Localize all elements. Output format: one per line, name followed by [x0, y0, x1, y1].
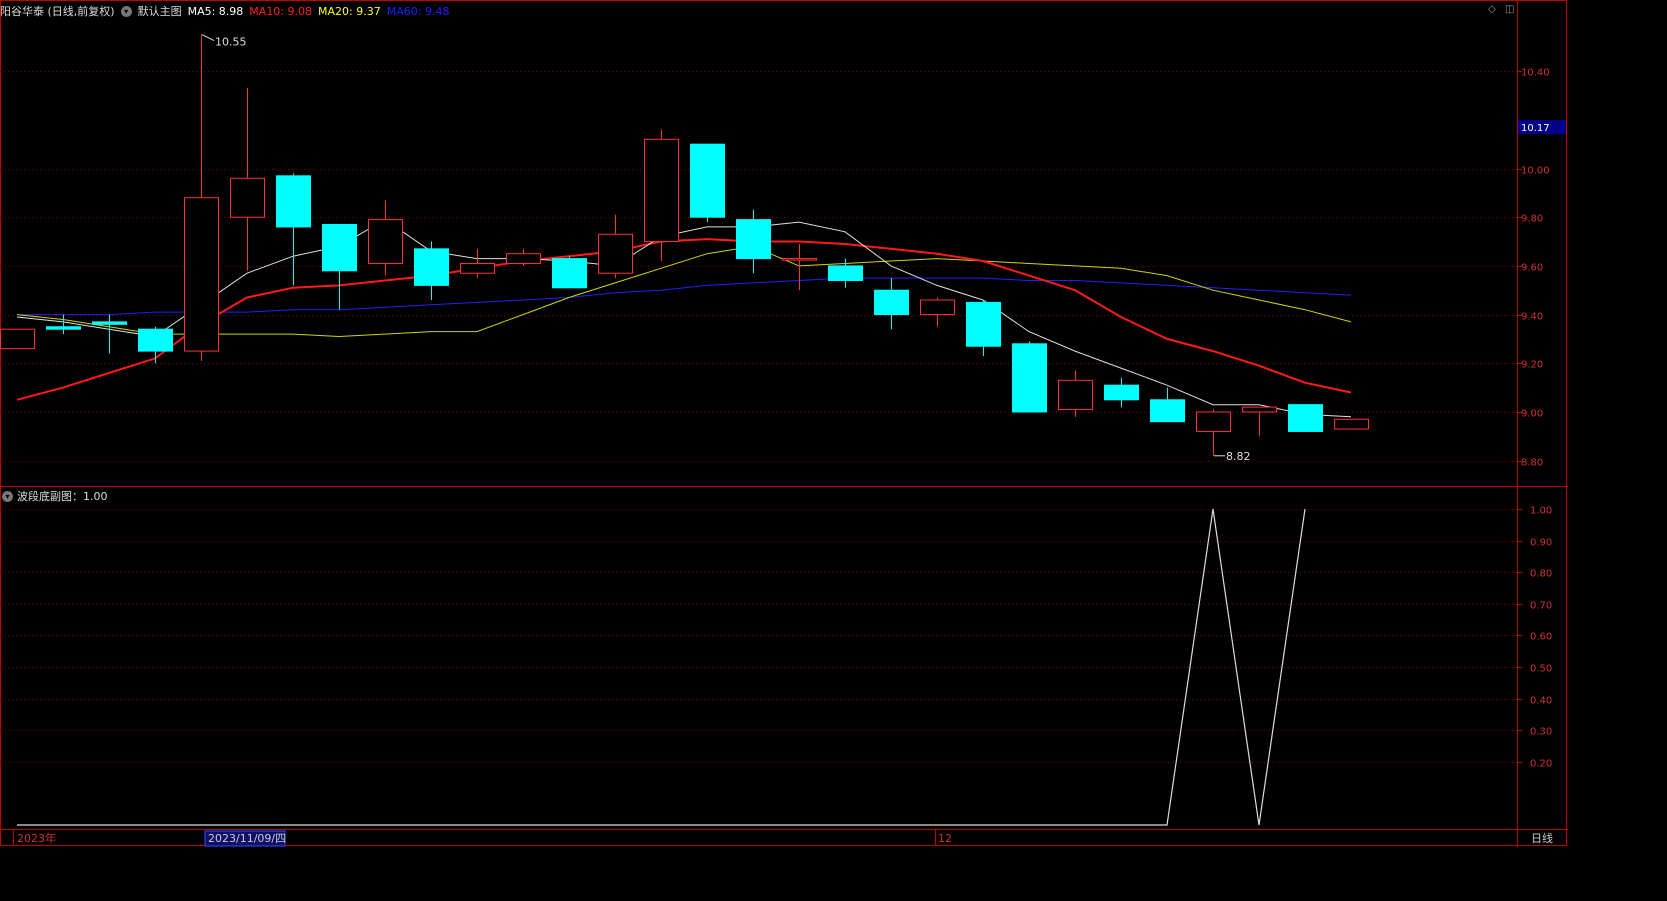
period-label: 日线 [1531, 831, 1553, 845]
candle [322, 224, 357, 310]
candle-body-down [828, 265, 863, 281]
sub-tick-label: 0.30 [1530, 727, 1552, 738]
price-tick-label: 10.40 [1521, 68, 1550, 79]
layout-toggle-icon[interactable]: ◫ [1505, 5, 1515, 15]
chart-header: 阳谷华泰 (日线,前复权) ▾ 默认主图 MA5: 8.98 MA10: 9.0… [0, 3, 455, 19]
subchart-header: ▾ 波段底副图：1.00 [2, 488, 108, 504]
candle-body-down [414, 248, 449, 286]
sub-tick-label: 0.70 [1530, 601, 1552, 612]
price-tick-label: 9.40 [1521, 312, 1543, 323]
candle-body-up [184, 197, 219, 352]
ma10-label: MA10: 9.08 [249, 4, 313, 18]
candle-body-down [690, 143, 725, 218]
stock-title[interactable]: 阳谷华泰 (日线,前复权) [0, 3, 115, 19]
stock-chart-canvas[interactable]: 10.40 10.00 9.80 9.60 9.40 9.20 9.00 8.80 10.17 1… [0, 0, 1568, 847]
candle [690, 143, 725, 223]
candle [966, 299, 1001, 356]
ma60-label: MA60: 9.48 [386, 4, 450, 18]
dropdown-chevron-icon[interactable]: ▾ [2, 490, 13, 502]
price-tick-label: 9.60 [1521, 263, 1543, 274]
month-label: 12 [938, 832, 952, 845]
candle-body-down [1288, 404, 1323, 432]
candle-body-up [0, 328, 35, 350]
candle-body-down [966, 301, 1001, 347]
candle [644, 129, 679, 262]
candle [874, 278, 909, 330]
candle [460, 248, 495, 279]
candle-body-up [1058, 379, 1093, 411]
low-annotation-label: 8.82 [1226, 450, 1251, 463]
sub-tick-label: 0.50 [1530, 664, 1552, 675]
sub-tick-label: 0.20 [1530, 759, 1552, 770]
candle [368, 200, 403, 276]
main-chart-label[interactable]: 默认主图 [138, 3, 182, 19]
candle [0, 328, 35, 350]
candle-body-down [874, 289, 909, 316]
candle-body-down [1150, 399, 1185, 423]
sub-tick-label: 0.60 [1530, 632, 1552, 643]
candle [552, 256, 587, 289]
sub-tick-label: 0.90 [1530, 538, 1552, 549]
candle [1058, 370, 1093, 417]
candle-body-up [782, 258, 817, 261]
sub-tick-label: 0.80 [1530, 569, 1552, 580]
candle-body-up [230, 177, 265, 218]
candle-body-up [1334, 418, 1369, 430]
candle [598, 214, 633, 279]
current-price-label: 10.17 [1521, 123, 1550, 134]
candle-body-down [322, 224, 357, 272]
cursor-date-label: 2023/11/09/四 [208, 832, 286, 845]
candle-body-down [92, 321, 127, 325]
candle-body-down [1012, 343, 1047, 413]
subchart-label[interactable]: 波段底副图：1.00 [17, 488, 108, 504]
price-tick-label: 9.00 [1521, 409, 1543, 420]
candle [1150, 387, 1185, 423]
candle [920, 297, 955, 327]
diamond-icon[interactable]: ◇ [1488, 5, 1498, 15]
candle-body-down [736, 219, 771, 260]
candle-body-down [46, 326, 81, 330]
candle [736, 209, 771, 274]
candle [1334, 418, 1369, 430]
price-tick-label: 8.80 [1521, 458, 1543, 469]
candle-body-up [368, 219, 403, 264]
candle [1242, 406, 1277, 437]
candle [414, 241, 449, 300]
candle-body-down [1104, 384, 1139, 401]
candle-body-up [460, 262, 495, 274]
candle-body-up [920, 299, 955, 316]
candle-body-down [276, 175, 311, 228]
candle [1288, 404, 1323, 432]
candle-body-down [552, 258, 587, 289]
candle-body-up [506, 253, 541, 264]
dropdown-chevron-icon[interactable]: ▾ [120, 5, 132, 17]
candle [138, 326, 173, 364]
candle-body-down [138, 328, 173, 352]
high-annotation-label: 10.55 [215, 36, 247, 49]
candle [506, 248, 541, 266]
outer-frame [0, 0, 1567, 846]
candle [276, 173, 311, 286]
candle [1104, 377, 1139, 408]
candle [782, 243, 817, 291]
year-label: 2023年 [17, 831, 56, 845]
price-tick-label: 10.00 [1521, 166, 1550, 177]
candle [1012, 341, 1047, 413]
candle [184, 34, 219, 361]
sub-tick-label: 0.40 [1530, 696, 1552, 707]
candle [92, 314, 127, 354]
price-tick-label: 9.20 [1521, 360, 1543, 371]
price-tick-label: 9.80 [1521, 214, 1543, 225]
candle-body-up [644, 138, 679, 243]
ma20-label: MA20: 9.37 [318, 4, 381, 18]
candle-body-up [1242, 406, 1277, 413]
candle-body-up [1196, 411, 1231, 432]
candle [230, 88, 265, 271]
candle-body-up [598, 233, 633, 274]
ma5-label: MA5: 8.98 [187, 4, 244, 18]
sub-tick-label: 1.00 [1530, 506, 1552, 517]
high-annotation-pointer [201, 34, 215, 42]
